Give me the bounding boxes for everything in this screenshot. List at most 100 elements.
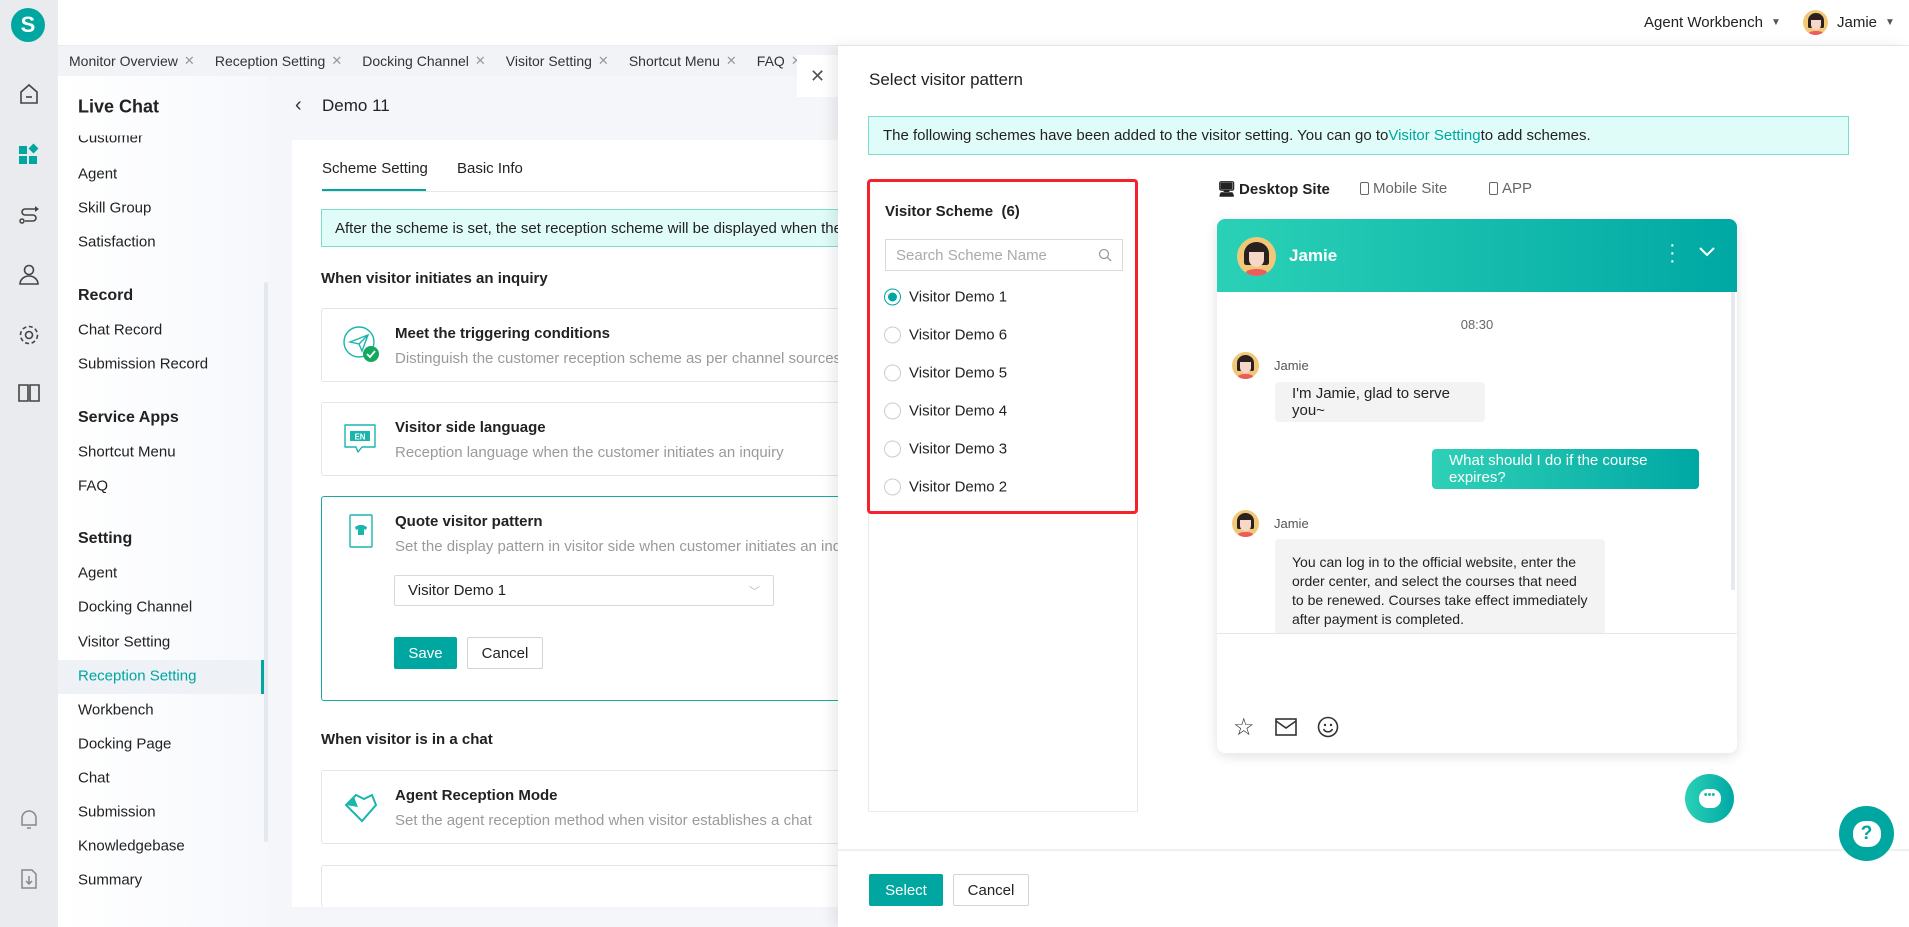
close-icon[interactable]: ✕ [475, 53, 486, 69]
app-logo: S [11, 8, 45, 42]
mail-icon[interactable] [1275, 718, 1297, 736]
sidebar-item-submission-record[interactable]: Submission Record [78, 356, 208, 373]
scheme-label[interactable]: Visitor Demo 3 [909, 441, 1007, 458]
tab-visitor-setting[interactable]: Visitor Setting ✕ [506, 53, 609, 69]
emoji-icon[interactable] [1317, 716, 1339, 738]
sidebar-item-visitor-setting[interactable]: Visitor Setting [78, 634, 170, 651]
paper-plane-icon [343, 326, 379, 362]
tab-basic-info[interactable]: Basic Info [457, 160, 523, 177]
close-icon[interactable]: ✕ [726, 53, 737, 69]
sidebar-title: Live Chat [78, 96, 160, 117]
chat-launcher-button[interactable]: ••• [1685, 774, 1734, 823]
tab-scheme-setting[interactable]: Scheme Setting [322, 160, 428, 177]
scheme-label[interactable]: Visitor Demo 4 [909, 403, 1007, 420]
sidebar-item-submission[interactable]: Submission [78, 804, 156, 821]
sidebar-item-docking-channel[interactable]: Docking Channel [78, 599, 192, 616]
preview-tab-mobile[interactable]: Mobile Site [1360, 180, 1447, 197]
scheme-radio[interactable] [884, 288, 901, 306]
message-sender: Jamie [1274, 358, 1309, 373]
tab-monitor-overview[interactable]: Monitor Overview ✕ [69, 53, 195, 69]
sidebar-item-summary[interactable]: Summary [78, 872, 142, 889]
home-icon[interactable] [17, 82, 41, 106]
help-button[interactable]: ? [1839, 806, 1894, 861]
agent-avatar [1237, 237, 1276, 276]
scheme-radio[interactable] [884, 364, 901, 382]
grid-icon[interactable] [17, 143, 41, 167]
tab-faq[interactable]: FAQ✕ [757, 53, 802, 69]
agent-message: I'm Jamie, glad to serve you~ [1275, 382, 1485, 422]
chevron-down-icon: ﹀ [749, 585, 760, 598]
close-icon: ✕ [809, 65, 826, 86]
scheme-radio[interactable] [884, 402, 901, 420]
sidebar-item-reception-setting[interactable]: Reception Setting [78, 668, 196, 685]
select-button[interactable]: Select [869, 874, 943, 906]
card-triggering-conditions[interactable]: Meet the triggering conditions Distingui… [321, 308, 861, 382]
back-chevron-icon[interactable]: ‹ [295, 94, 302, 117]
scheme-label[interactable]: Visitor Demo 5 [909, 365, 1007, 382]
agent-avatar [1232, 510, 1259, 537]
sidebar-item-skill-group[interactable]: Skill Group [78, 200, 151, 217]
caret-down-icon: ▼ [1885, 17, 1895, 28]
scheme-label[interactable]: Visitor Demo 1 [909, 289, 1007, 306]
scheme-search-input[interactable]: Search Scheme Name [885, 239, 1123, 271]
gear-icon[interactable] [17, 323, 41, 347]
sidebar-item-chat-record[interactable]: Chat Record [78, 322, 162, 339]
visitor-pattern-select[interactable]: Visitor Demo 1 ﹀ [394, 575, 774, 606]
visitor-setting-link[interactable]: Visitor Setting [1388, 127, 1480, 144]
download-icon[interactable] [17, 867, 41, 891]
flow-icon[interactable] [17, 203, 41, 227]
drawer-close-button[interactable]: ✕ [797, 55, 838, 97]
workbench-dropdown[interactable]: Agent Workbench ▼ [1644, 14, 1781, 31]
sidebar-item-agent-setting[interactable]: Agent [78, 565, 117, 582]
scheme-radio[interactable] [884, 326, 901, 344]
tab-docking-channel[interactable]: Docking Channel ✕ [362, 53, 486, 69]
sidebar-item-agent[interactable]: Agent [78, 166, 117, 183]
preview-tab-desktop[interactable]: 🖥 Desktop Site [1217, 180, 1330, 199]
close-icon[interactable]: ✕ [331, 53, 342, 69]
bell-icon[interactable] [17, 807, 41, 831]
drawer-cancel-button[interactable]: Cancel [953, 874, 1029, 906]
star-icon[interactable]: ☆ [1233, 713, 1255, 742]
book-icon[interactable] [17, 381, 41, 405]
cancel-button[interactable]: Cancel [467, 637, 543, 669]
sidebar-item-chat[interactable]: Chat [78, 770, 110, 787]
card-description: Reception language when the customer ini… [395, 444, 784, 461]
user-menu[interactable]: Jamie ▼ [1837, 14, 1895, 31]
tab-reception-setting[interactable]: Reception Setting ✕ [215, 53, 342, 69]
sidebar-item-docking-page[interactable]: Docking Page [78, 736, 171, 753]
user-avatar[interactable] [1803, 10, 1828, 35]
card-agent-reception-mode[interactable]: Agent Reception Mode Set the agent recep… [321, 770, 861, 844]
scheme-label[interactable]: Visitor Demo 6 [909, 327, 1007, 344]
card-title: Meet the triggering conditions [395, 325, 611, 342]
close-icon[interactable]: ✕ [598, 53, 609, 69]
sidebar-item-satisfaction[interactable]: Satisfaction [78, 234, 156, 251]
sidebar-scrollbar[interactable] [264, 282, 268, 842]
card-visitor-side-language[interactable]: EN Visitor side language Reception langu… [321, 402, 861, 476]
chat-agent-name: Jamie [1289, 246, 1338, 265]
sidebar-item-customer[interactable]: Customer [78, 135, 143, 146]
sidebar-item-faq[interactable]: FAQ [78, 478, 108, 495]
chevron-down-icon[interactable] [1699, 246, 1715, 258]
scheme-radio[interactable] [884, 478, 901, 496]
more-vertical-icon[interactable]: · · · [1669, 235, 1676, 271]
sidebar-section-record: Record [78, 287, 134, 304]
preview-tab-app[interactable]: APP [1489, 180, 1532, 197]
chat-scrollbar[interactable] [1731, 292, 1735, 590]
visitor-message: What should I do if the course expires? [1432, 449, 1699, 489]
tab-shortcut-menu[interactable]: Shortcut Menu ✕ [629, 53, 737, 69]
person-icon[interactable] [17, 263, 41, 287]
card-description: Set the display pattern in visitor side … [395, 538, 842, 555]
save-button[interactable]: Save [394, 637, 457, 669]
help-icon: ? [1852, 820, 1881, 847]
sidebar: Live Chat Customer Agent Skill Group Sat… [58, 76, 268, 927]
drawer-footer-divider [838, 849, 1909, 851]
phone-icon [1489, 182, 1498, 195]
scheme-radio[interactable] [884, 440, 901, 458]
monitor-icon: 🖥 [1217, 181, 1237, 198]
sidebar-item-workbench[interactable]: Workbench [78, 702, 154, 719]
close-icon[interactable]: ✕ [184, 53, 195, 69]
card-title: Quote visitor pattern [395, 513, 543, 530]
scheme-label[interactable]: Visitor Demo 2 [909, 479, 1007, 496]
sidebar-item-knowledgebase[interactable]: Knowledgebase [78, 838, 185, 855]
sidebar-item-shortcut-menu[interactable]: Shortcut Menu [78, 444, 176, 461]
